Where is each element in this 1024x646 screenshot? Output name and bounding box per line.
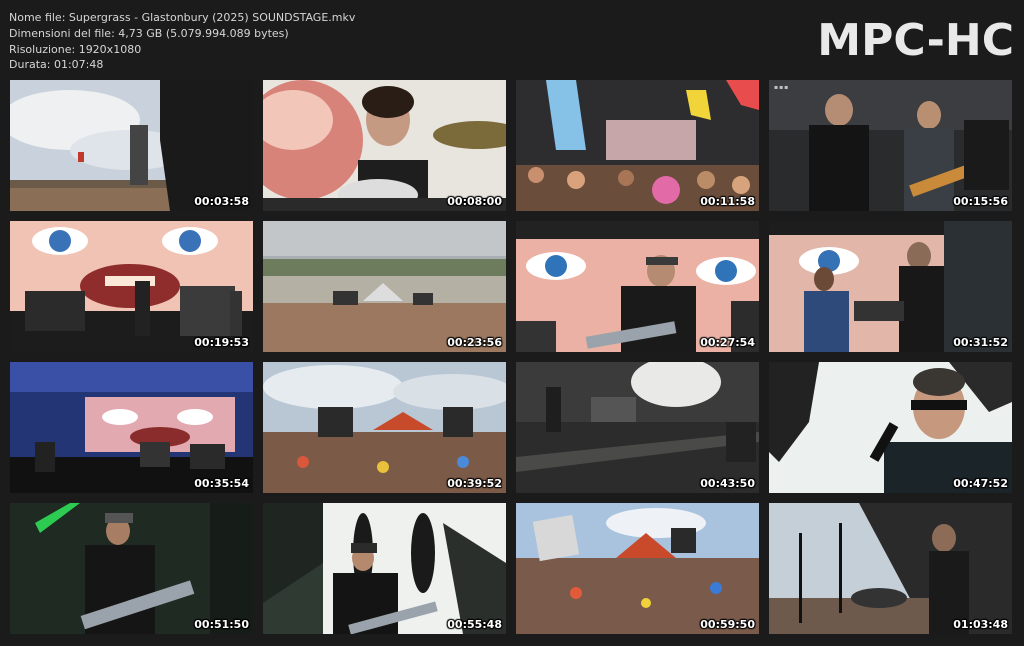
- thumbnail-3[interactable]: 00:11:58: [516, 80, 759, 211]
- thumbnail-image: [10, 221, 253, 352]
- thumbnail-image: [769, 503, 1012, 634]
- timestamp: 00:15:56: [953, 195, 1008, 208]
- thumbnail-image: [263, 503, 506, 634]
- timestamp: 00:35:54: [194, 477, 249, 490]
- thumbnail-image: [769, 80, 1012, 211]
- bbc-watermark-icon: ▪▪▪: [774, 84, 790, 91]
- thumbnail-10[interactable]: 00:39:52: [263, 362, 506, 493]
- timestamp: 00:19:53: [194, 336, 249, 349]
- thumbnail-9[interactable]: 00:35:54: [10, 362, 253, 493]
- thumbnail-2[interactable]: 00:08:00: [263, 80, 506, 211]
- thumbnail-image: [516, 362, 759, 493]
- thumbnail-16[interactable]: 01:03:48: [769, 503, 1012, 634]
- timestamp: 00:03:58: [194, 195, 249, 208]
- thumbnail-8[interactable]: 00:31:52: [769, 221, 1012, 352]
- thumbnail-image: [769, 221, 1012, 352]
- thumbnail-grid: 00:03:58 00:08:00 00:11:58 ▪▪▪ 00:15:56 …: [0, 0, 1024, 646]
- thumbnail-5[interactable]: 00:19:53: [10, 221, 253, 352]
- thumbnail-image: [263, 362, 506, 493]
- timestamp: 01:03:48: [953, 618, 1008, 631]
- thumbnail-6[interactable]: 00:23:56: [263, 221, 506, 352]
- timestamp: 00:11:58: [700, 195, 755, 208]
- thumbnail-sheet: Nome file: Supergrass - Glastonbury (202…: [0, 0, 1024, 646]
- timestamp: 00:55:48: [447, 618, 502, 631]
- timestamp: 00:31:52: [953, 336, 1008, 349]
- thumbnail-image: [516, 503, 759, 634]
- timestamp: 00:51:50: [194, 618, 249, 631]
- thumbnail-image: [10, 503, 253, 634]
- timestamp: 00:47:52: [953, 477, 1008, 490]
- thumbnail-image: [10, 80, 253, 211]
- thumbnail-image: [516, 80, 759, 211]
- thumbnail-4[interactable]: ▪▪▪ 00:15:56: [769, 80, 1012, 211]
- thumbnail-12[interactable]: 00:47:52: [769, 362, 1012, 493]
- timestamp: 00:59:50: [700, 618, 755, 631]
- thumbnail-7[interactable]: 00:27:54: [516, 221, 759, 352]
- thumbnail-1[interactable]: 00:03:58: [10, 80, 253, 211]
- thumbnail-image: [263, 221, 506, 352]
- timestamp: 00:43:50: [700, 477, 755, 490]
- timestamp: 00:23:56: [447, 336, 502, 349]
- timestamp: 00:27:54: [700, 336, 755, 349]
- thumbnail-image: [516, 221, 759, 352]
- thumbnail-13[interactable]: 00:51:50: [10, 503, 253, 634]
- thumbnail-14[interactable]: 00:55:48: [263, 503, 506, 634]
- thumbnail-image: [769, 362, 1012, 493]
- thumbnail-15[interactable]: 00:59:50: [516, 503, 759, 634]
- thumbnail-image: [10, 362, 253, 493]
- thumbnail-image: [263, 80, 506, 211]
- timestamp: 00:08:00: [447, 195, 502, 208]
- timestamp: 00:39:52: [447, 477, 502, 490]
- thumbnail-11[interactable]: 00:43:50: [516, 362, 759, 493]
